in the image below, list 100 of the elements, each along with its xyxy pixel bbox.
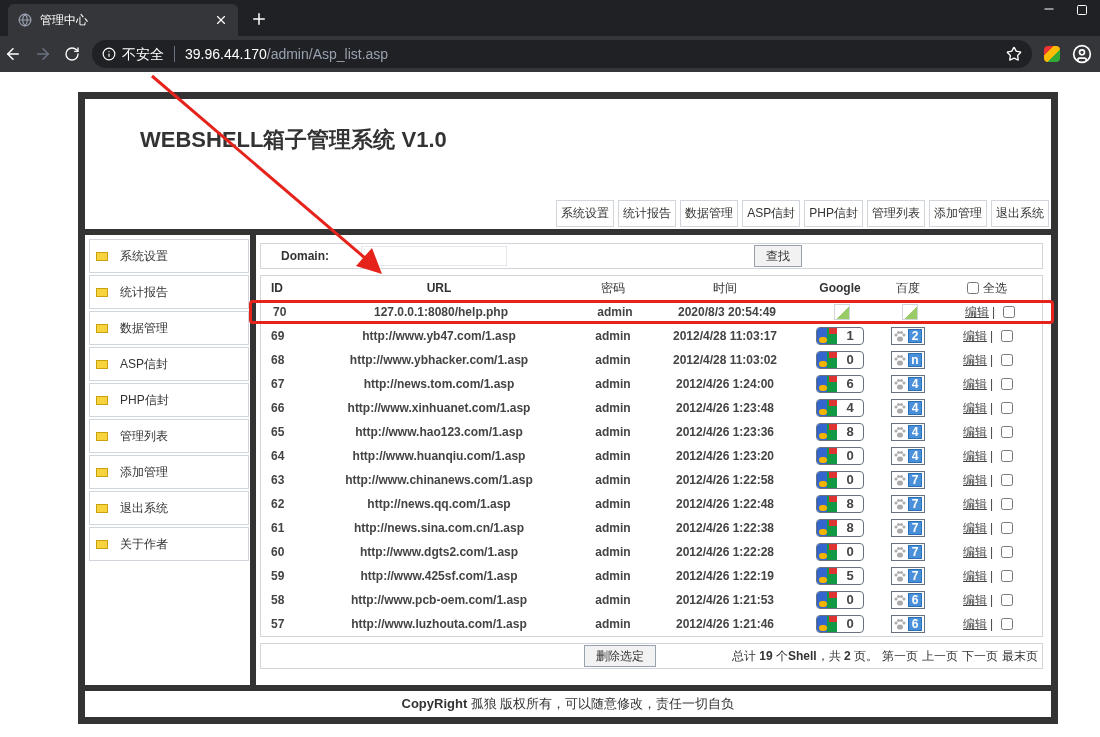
new-tab-icon[interactable] xyxy=(250,10,268,28)
globe-icon xyxy=(18,13,32,27)
browser-tab[interactable]: 管理中心 xyxy=(8,4,238,36)
nav-tab[interactable]: 添加管理 xyxy=(929,200,987,227)
sidebar-item[interactable]: 管理列表 xyxy=(89,419,249,453)
row-checkbox[interactable] xyxy=(1001,450,1014,462)
delete-selected-button[interactable]: 删除选定 xyxy=(584,645,656,667)
row-checkbox[interactable] xyxy=(1001,330,1014,342)
select-all-checkbox[interactable] xyxy=(967,282,979,294)
separator-text: | xyxy=(990,568,994,585)
pagerank-badge: 0 xyxy=(816,543,864,561)
reload-icon[interactable] xyxy=(64,46,80,62)
column-header: 密码 xyxy=(600,280,626,297)
sidebar-item[interactable]: 统计报告 xyxy=(89,275,249,309)
row-checkbox[interactable] xyxy=(1001,546,1014,558)
row-checkbox[interactable] xyxy=(1001,354,1014,366)
sidebar-item[interactable]: 系统设置 xyxy=(89,239,249,273)
sidebar-item[interactable]: 关于作者 xyxy=(89,527,249,561)
url-cell-text: 127.0.0.1:8080/help.php xyxy=(372,304,510,321)
row-checkbox[interactable] xyxy=(1001,498,1014,510)
id-cell-text: 60 xyxy=(270,544,286,561)
edit-link[interactable]: 编辑 xyxy=(963,447,987,465)
url-cell-text: http://www.huanqiu.com/1.asp xyxy=(351,448,527,465)
edit-link[interactable]: 编辑 xyxy=(963,351,987,369)
row-checkbox[interactable] xyxy=(1001,618,1014,630)
pagerank-badge: 8 xyxy=(816,423,864,441)
id-cell-text: 61 xyxy=(270,520,286,537)
sidebar-item[interactable]: 添加管理 xyxy=(89,455,249,489)
extension-icon[interactable] xyxy=(1044,46,1060,62)
paw-icon xyxy=(894,450,906,462)
url-cell-text: http://www.ybhacker.com/1.asp xyxy=(348,352,530,369)
back-icon[interactable] xyxy=(4,45,22,63)
id-cell-text: 62 xyxy=(270,496,286,513)
edit-link[interactable]: 编辑 xyxy=(963,519,987,537)
sidebar-item[interactable]: PHP信封 xyxy=(89,383,249,417)
time-cell-text: 2012/4/26 1:21:46 xyxy=(674,616,776,633)
separator-text: | xyxy=(990,592,994,609)
edit-link[interactable]: 编辑 xyxy=(963,543,987,561)
baidu-rank-badge: n xyxy=(891,351,925,369)
nav-tab[interactable]: ASP信封 xyxy=(742,200,801,227)
separator-text: | xyxy=(990,496,994,513)
nav-tab[interactable]: 统计报告 xyxy=(618,200,677,227)
security-label: 不安全 xyxy=(122,44,164,64)
edit-link[interactable]: 编辑 xyxy=(965,303,989,321)
url-cell-text: http://www.yb47.com/1.asp xyxy=(361,328,517,345)
row-checkbox[interactable] xyxy=(1001,594,1014,606)
edit-link[interactable]: 编辑 xyxy=(963,375,987,393)
edit-link[interactable]: 编辑 xyxy=(963,327,987,345)
password-cell-text: admin xyxy=(594,472,632,489)
row-checkbox[interactable] xyxy=(1001,570,1014,582)
domain-input[interactable] xyxy=(361,246,507,266)
id-cell-text: 65 xyxy=(270,424,286,441)
nav-tab[interactable]: 系统设置 xyxy=(556,200,615,227)
edit-link[interactable]: 编辑 xyxy=(963,495,987,513)
edit-link[interactable]: 编辑 xyxy=(963,471,987,489)
page-link[interactable]: 下一页 xyxy=(962,647,998,665)
time-cell-text: 2012/4/26 1:22:19 xyxy=(674,568,776,585)
nav-tab[interactable]: 退出系统 xyxy=(991,200,1049,227)
baidu-rank-badge: 4 xyxy=(891,423,925,441)
forward-icon[interactable] xyxy=(34,45,52,63)
row-checkbox[interactable] xyxy=(1001,426,1014,438)
password-cell-text: admin xyxy=(594,424,632,441)
nav-tab[interactable]: PHP信封 xyxy=(804,200,863,227)
nav-tab[interactable]: 管理列表 xyxy=(867,200,925,227)
id-cell-text: 66 xyxy=(270,400,286,417)
separator-text: | xyxy=(990,472,994,489)
page-link[interactable]: 上一页 xyxy=(922,647,958,665)
time-cell-text: 2012/4/28 11:03:02 xyxy=(671,352,779,369)
sidebar-item[interactable]: ASP信封 xyxy=(89,347,249,381)
row-checkbox[interactable] xyxy=(1001,378,1014,390)
password-cell-text: admin xyxy=(594,544,632,561)
page-link[interactable]: 最末页 xyxy=(1002,647,1038,665)
search-button[interactable]: 查找 xyxy=(754,245,802,267)
row-checkbox[interactable] xyxy=(1003,306,1016,318)
edit-link[interactable]: 编辑 xyxy=(963,567,987,585)
row-checkbox[interactable] xyxy=(1001,474,1014,486)
sidebar-item[interactable]: 退出系统 xyxy=(89,491,249,525)
url-text: 39.96.44.170/admin/Asp_list.asp xyxy=(185,44,389,64)
edit-link[interactable]: 编辑 xyxy=(963,399,987,417)
column-header: ID xyxy=(270,280,284,297)
profile-icon[interactable] xyxy=(1072,44,1092,64)
edit-link[interactable]: 编辑 xyxy=(963,615,987,633)
bookmark-star-icon[interactable] xyxy=(1006,46,1022,62)
domain-label: Domain: xyxy=(281,248,330,265)
maximize-icon[interactable] xyxy=(1076,4,1088,16)
pagerank-badge: 6 xyxy=(816,375,864,393)
separator-text: | xyxy=(992,304,996,321)
row-checkbox[interactable] xyxy=(1001,402,1014,414)
page-link[interactable]: 第一页 xyxy=(882,647,918,665)
address-bar[interactable]: 不安全 39.96.44.170/admin/Asp_list.asp xyxy=(92,40,1032,68)
pagerank-badge: 0 xyxy=(816,471,864,489)
time-cell-text: 2012/4/26 1:22:58 xyxy=(674,472,776,489)
baidu-rank-badge: 7 xyxy=(891,543,925,561)
row-checkbox[interactable] xyxy=(1001,522,1014,534)
edit-link[interactable]: 编辑 xyxy=(963,423,987,441)
sidebar-item[interactable]: 数据管理 xyxy=(89,311,249,345)
edit-link[interactable]: 编辑 xyxy=(963,591,987,609)
paw-icon xyxy=(894,426,906,438)
time-cell-text: 2020/8/3 20:54:49 xyxy=(676,304,778,321)
nav-tab[interactable]: 数据管理 xyxy=(680,200,739,227)
